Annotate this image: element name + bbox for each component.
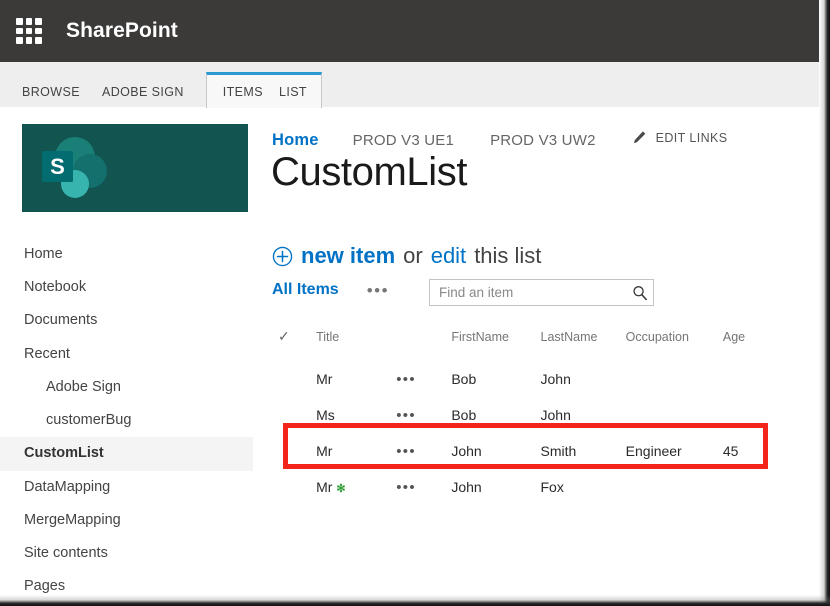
row-ellipsis-icon[interactable]: ••• (396, 443, 416, 460)
cell-occupation (626, 361, 723, 397)
cell-row-menu[interactable]: ••• (396, 433, 451, 469)
tab-browse[interactable]: BROWSE (22, 85, 80, 108)
app-launcher-waffle-icon[interactable] (16, 18, 42, 44)
column-header-age[interactable]: Age (723, 328, 773, 361)
cell-age (723, 361, 773, 397)
cell-age (723, 397, 773, 433)
cell-row-menu[interactable]: ••• (396, 397, 451, 433)
sharepoint-logo-icon: S (42, 137, 107, 198)
row-checkbox[interactable] (278, 469, 316, 505)
sidebar-item-adobe-sign[interactable]: Adobe Sign (0, 371, 253, 404)
sidebar-item-home[interactable]: Home (0, 238, 253, 271)
cell-title: Mr (316, 433, 396, 469)
cell-title: Ms (316, 397, 396, 433)
cell-occupation (626, 397, 723, 433)
ribbon-contextual-tab-group: ITEMS LIST (205, 72, 322, 108)
cell-firstname: John (451, 443, 482, 459)
suite-bar: SharePoint (0, 0, 819, 62)
top-link-bar: Home PROD V3 UE1 PROD V3 UW2 EDIT LINKS (272, 130, 727, 152)
cell-firstname: Bob (451, 371, 477, 387)
cell-title: Mr ✻ (316, 469, 396, 505)
shadow-edge-right (819, 0, 830, 606)
view-selector-bar: All Items ••• (272, 281, 389, 299)
column-header-lastname[interactable]: LastName (541, 328, 626, 361)
pencil-icon (632, 130, 647, 145)
edit-list-tail-label: this list (474, 243, 542, 268)
new-item-or-label: or (403, 243, 423, 268)
page-title: CustomList (271, 150, 468, 194)
shadow-edge-bottom (0, 595, 830, 606)
column-header-select-all[interactable]: ✓ (278, 328, 316, 361)
table-header-row: ✓ Title FirstName LastName Occupation Ag… (278, 328, 773, 361)
list-view-table: ✓ Title FirstName LastName Occupation Ag… (278, 328, 773, 505)
cell-title: Mr (316, 361, 396, 397)
column-header-title[interactable]: Title (316, 328, 396, 361)
column-header-firstname[interactable]: FirstName (451, 328, 540, 361)
sidebar-item-notebook[interactable]: Notebook (0, 271, 253, 304)
sidebar-item-mergemapping[interactable]: MergeMapping (0, 504, 253, 537)
row-checkbox[interactable] (278, 361, 316, 397)
tab-list[interactable]: LIST (279, 85, 307, 108)
cell-title-text: Mr (316, 371, 333, 387)
checkmark-icon: ✓ (278, 328, 290, 344)
toplink-prod-v3-uw2[interactable]: PROD V3 UW2 (490, 132, 596, 149)
site-logo[interactable]: S (22, 124, 248, 212)
tab-items[interactable]: ITEMS (223, 85, 263, 108)
search-box[interactable] (429, 279, 654, 306)
sidebar-item-datamapping[interactable]: DataMapping (0, 471, 253, 504)
edit-links-button[interactable]: EDIT LINKS (632, 130, 728, 145)
table-row-highlighted[interactable]: Mr ••• John Smith Engineer 45 (278, 433, 773, 469)
cell-lastname: Fox (540, 479, 564, 495)
cell-occupation (626, 469, 723, 505)
cell-occupation: Engineer (625, 443, 682, 459)
table-row[interactable]: Mr ••• Bob John (278, 361, 773, 397)
column-header-occupation[interactable]: Occupation (626, 328, 723, 361)
cell-title-text: Mr (316, 479, 333, 495)
row-checkbox[interactable] (278, 397, 316, 433)
sidebar-item-site-contents[interactable]: Site contents (0, 537, 253, 570)
cell-firstname: Bob (451, 407, 477, 423)
svg-text:S: S (50, 154, 65, 179)
ribbon-bar: BROWSE ADOBE SIGN ITEMS LIST (0, 62, 819, 108)
suite-title[interactable]: SharePoint (66, 19, 178, 43)
left-navigation: Home Notebook Documents Recent Adobe Sig… (0, 238, 253, 603)
new-item-line: new item or edit this list (272, 243, 541, 269)
view-all-items[interactable]: All Items (272, 281, 339, 299)
view-more-ellipsis-icon[interactable]: ••• (367, 282, 389, 299)
toplink-home[interactable]: Home (272, 131, 319, 150)
cell-row-menu[interactable]: ••• (396, 361, 451, 397)
cell-lastname: John (540, 407, 571, 423)
table-row[interactable]: Mr ✻ ••• John Fox (278, 469, 773, 505)
search-icon[interactable] (627, 285, 653, 301)
cell-age (723, 469, 773, 505)
row-ellipsis-icon[interactable]: ••• (396, 407, 416, 424)
cell-lastname: John (540, 371, 571, 387)
new-item-link[interactable]: new item (301, 243, 395, 269)
row-ellipsis-icon[interactable]: ••• (396, 371, 416, 388)
sidebar-item-customerbug[interactable]: customerBug (0, 404, 253, 437)
sidebar-item-recent[interactable]: Recent (0, 338, 253, 371)
plus-circle-icon[interactable] (272, 246, 293, 267)
cell-lastname: Smith (540, 443, 577, 459)
cell-row-menu[interactable]: ••• (396, 469, 451, 505)
edit-links-label: EDIT LINKS (655, 130, 728, 145)
column-header-spacer (396, 328, 451, 361)
new-item-badge-icon: ✻ (336, 483, 346, 495)
edit-list-link[interactable]: edit (431, 243, 466, 269)
cell-age: 45 (722, 443, 739, 459)
ribbon-tab-list: BROWSE ADOBE SIGN ITEMS LIST (0, 62, 322, 108)
sidebar-item-customlist[interactable]: CustomList (0, 437, 253, 471)
row-checkbox[interactable] (278, 433, 316, 469)
toplink-prod-v3-ue1[interactable]: PROD V3 UE1 (353, 132, 454, 149)
row-ellipsis-icon[interactable]: ••• (396, 479, 416, 496)
cell-title-text: Mr (316, 443, 333, 459)
sidebar-item-documents[interactable]: Documents (0, 304, 253, 337)
sharepoint-page: SharePoint BROWSE ADOBE SIGN ITEMS LIST … (0, 0, 830, 606)
table-row[interactable]: Ms ••• Bob John (278, 397, 773, 433)
cell-firstname: John (451, 479, 482, 495)
search-input[interactable] (430, 285, 627, 300)
cell-title-text: Ms (316, 407, 335, 423)
tab-adobe-sign[interactable]: ADOBE SIGN (102, 85, 184, 108)
